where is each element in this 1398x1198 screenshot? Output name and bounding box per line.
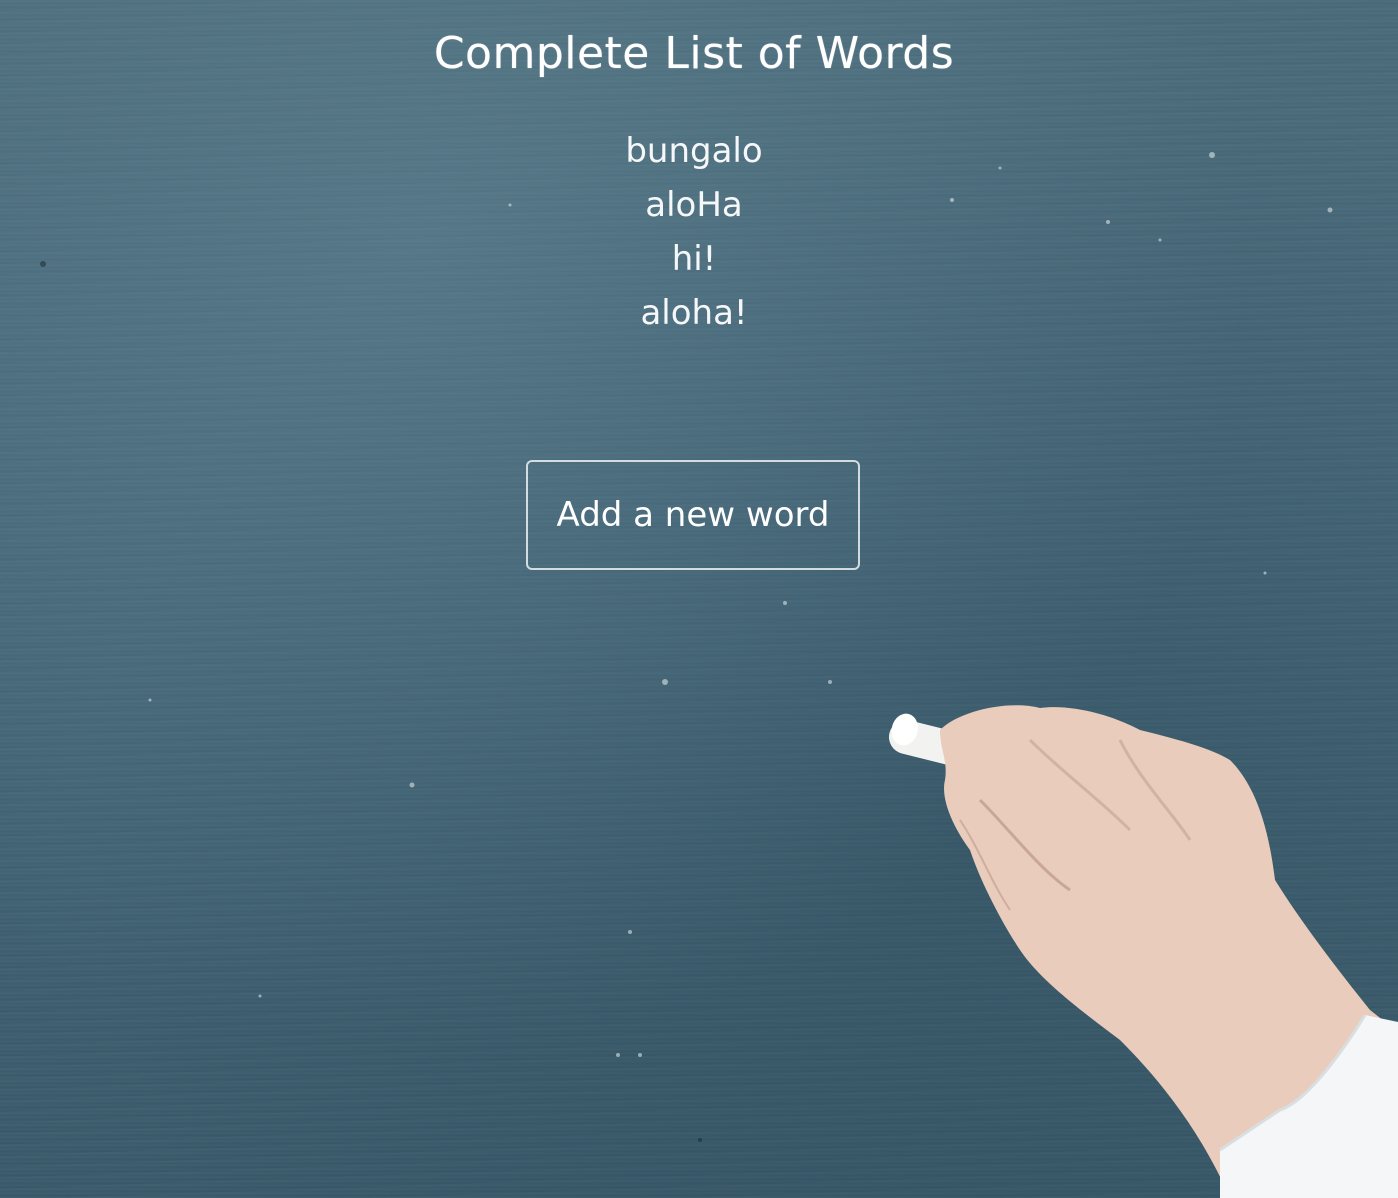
word-item: aloha! (640, 293, 748, 333)
add-word-button[interactable]: Add a new word (526, 460, 860, 570)
word-item: hi! (671, 239, 717, 279)
word-item: aloHa (645, 185, 743, 225)
word-item: bungalo (625, 131, 763, 171)
word-list: bungalo aloHa hi! aloha! (0, 124, 1388, 340)
hand-with-chalk-illustration (888, 705, 1398, 1198)
page-title: Complete List of Words (433, 28, 955, 79)
